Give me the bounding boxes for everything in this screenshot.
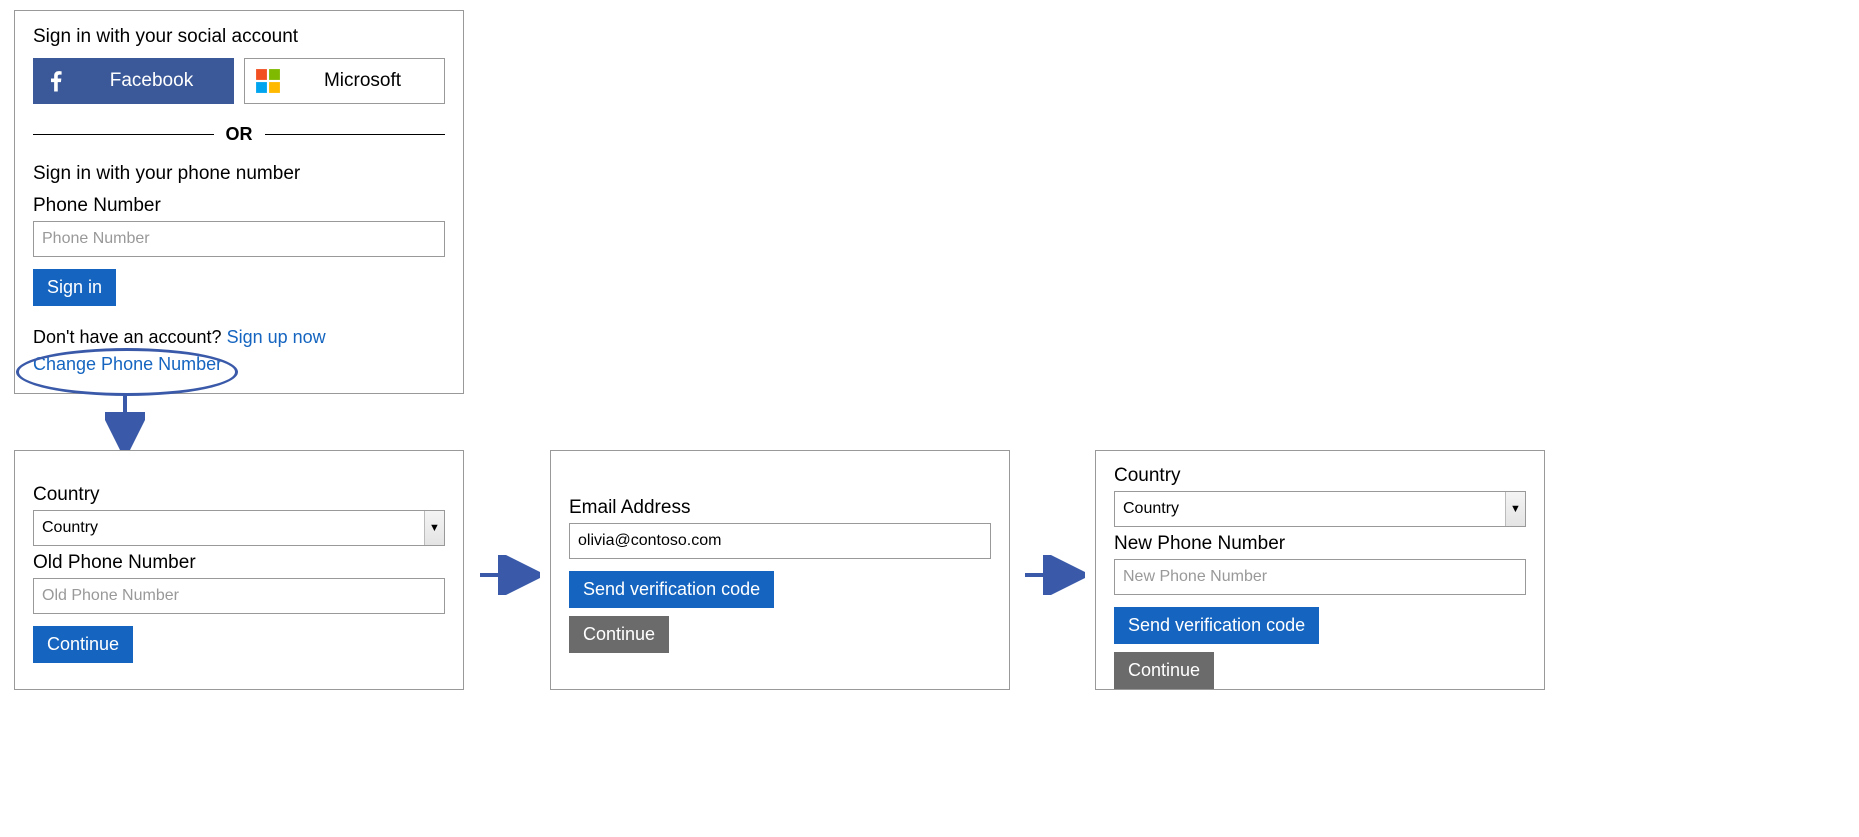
email-input[interactable] bbox=[569, 523, 991, 559]
continue-button[interactable]: Continue bbox=[1114, 652, 1214, 689]
new-phone-input[interactable] bbox=[1114, 559, 1526, 595]
or-text: OR bbox=[214, 124, 265, 145]
flow-arrow-right-icon bbox=[1025, 555, 1085, 595]
social-buttons-row: Facebook Microsoft bbox=[33, 58, 445, 104]
send-code-button[interactable]: Send verification code bbox=[1114, 607, 1319, 644]
phone-input[interactable] bbox=[33, 221, 445, 257]
microsoft-button[interactable]: Microsoft bbox=[244, 58, 445, 104]
prompt-prefix: Don't have an account? bbox=[33, 327, 227, 347]
microsoft-label: Microsoft bbox=[291, 70, 444, 92]
email-panel: Email Address Send verification code Con… bbox=[550, 450, 1010, 690]
email-label: Email Address bbox=[569, 497, 991, 519]
signup-prompt: Don't have an account? Sign up now Chang… bbox=[33, 324, 445, 378]
old-phone-input[interactable] bbox=[33, 578, 445, 614]
or-divider: OR bbox=[33, 124, 445, 145]
divider-line bbox=[265, 134, 446, 135]
old-phone-panel: Country ▼ Old Phone Number Continue bbox=[14, 450, 464, 690]
new-phone-panel: Country ▼ New Phone Number Send verifica… bbox=[1095, 450, 1545, 690]
flow-arrow-down-icon bbox=[105, 394, 145, 454]
country-select[interactable] bbox=[1114, 491, 1526, 527]
divider-line bbox=[33, 134, 214, 135]
phone-heading: Sign in with your phone number bbox=[33, 163, 445, 185]
country-select[interactable] bbox=[33, 510, 445, 546]
continue-button[interactable]: Continue bbox=[569, 616, 669, 653]
signup-link[interactable]: Sign up now bbox=[227, 327, 326, 347]
country-select-wrap: ▼ bbox=[1114, 491, 1526, 527]
signin-button[interactable]: Sign in bbox=[33, 269, 116, 306]
microsoft-icon bbox=[245, 58, 291, 104]
country-label: Country bbox=[1114, 465, 1526, 487]
signin-panel: Sign in with your social account Faceboo… bbox=[14, 10, 464, 394]
change-phone-link[interactable]: Change Phone Number bbox=[33, 354, 222, 374]
send-code-button[interactable]: Send verification code bbox=[569, 571, 774, 608]
facebook-button[interactable]: Facebook bbox=[33, 58, 234, 104]
continue-button[interactable]: Continue bbox=[33, 626, 133, 663]
country-label: Country bbox=[33, 484, 445, 506]
social-heading: Sign in with your social account bbox=[33, 26, 445, 48]
old-phone-label: Old Phone Number bbox=[33, 552, 445, 574]
phone-field-label: Phone Number bbox=[33, 195, 445, 217]
facebook-icon bbox=[33, 58, 79, 104]
flow-arrow-right-icon bbox=[480, 555, 540, 595]
facebook-label: Facebook bbox=[79, 70, 234, 92]
country-select-wrap: ▼ bbox=[33, 510, 445, 546]
new-phone-label: New Phone Number bbox=[1114, 533, 1526, 555]
